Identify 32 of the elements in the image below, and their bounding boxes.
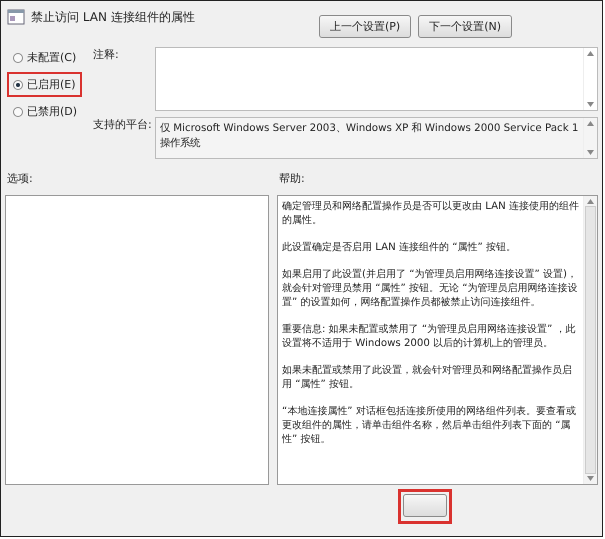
window-title: 禁止访问 LAN 连接组件的属性 (31, 9, 195, 26)
help-paragraph: 重要信息: 如果未配置或禁用了 “为管理员启用网络连接设置” ，此设置将不适用于 Windows 2000 以后的计算机上的管理员。 (282, 323, 577, 351)
radio-option[interactable]: 已禁用(D) (13, 104, 78, 119)
section-label: 选项: (7, 171, 34, 187)
nav-button[interactable]: 上一个设置(P) (318, 15, 412, 38)
help-paragraph: 此设置确定是否启用 LAN 连接组件的 “属性” 按钮。 (282, 241, 518, 255)
scroll-up-icon[interactable] (587, 121, 594, 126)
section-label: 帮助: (279, 171, 306, 187)
scroll-down-icon[interactable] (587, 102, 594, 107)
scrollbar[interactable] (583, 48, 597, 110)
comment-field[interactable] (155, 47, 598, 111)
field-label: 注释: (93, 47, 120, 63)
scroll-down-icon[interactable] (587, 150, 594, 155)
scrollbar[interactable] (583, 118, 597, 158)
radio-button[interactable] (13, 106, 23, 116)
policy-icon (7, 9, 25, 25)
scroll-up-icon[interactable] (587, 199, 594, 204)
radio-option[interactable]: 已启用(E) (13, 77, 76, 92)
help-paragraph: 确定管理员和网络配置操作员是否可以更改由 LAN 连接使用的组件的属性。 (282, 200, 580, 228)
scroll-down-icon[interactable] (587, 476, 594, 481)
nav-button[interactable]: 下一个设置(N) (418, 15, 512, 38)
scroll-up-icon[interactable] (587, 51, 594, 56)
radio-button[interactable] (13, 80, 23, 90)
radio-button[interactable] (13, 52, 23, 62)
field-label: 支持的平台: (93, 117, 153, 133)
radio-option[interactable]: 未配置(C) (13, 50, 76, 65)
help-paragraph: “本地连接属性” 对话框包括连接所使用的网络组件列表。要查看或更改组件的属性，请单击组件名称，然后单击组件列表下面的 “属性” 按钮。 (282, 405, 577, 447)
help-paragraph: 如果未配置或禁用了此设置，就会针对管理员和网络配置操作员启用 “属性” 按钮。 (282, 364, 573, 392)
help-paragraph: 如果启用了此设置(并启用了 “为管理员启用网络连接设置” 设置)，就会针对管理员禁用 “属性” 按钮。无论 “为管理员启用网络连接设置” 的设置如何，网络配置操作员都被禁止访问连接组件。 (282, 268, 579, 310)
dialog-button[interactable] (403, 494, 447, 517)
scrollbar[interactable] (583, 196, 597, 484)
supported-platform-field: 仅 Microsoft Windows Server 2003、Windows XP 和 Windows 2000 Service Pack 1 操作系统 (155, 117, 598, 159)
